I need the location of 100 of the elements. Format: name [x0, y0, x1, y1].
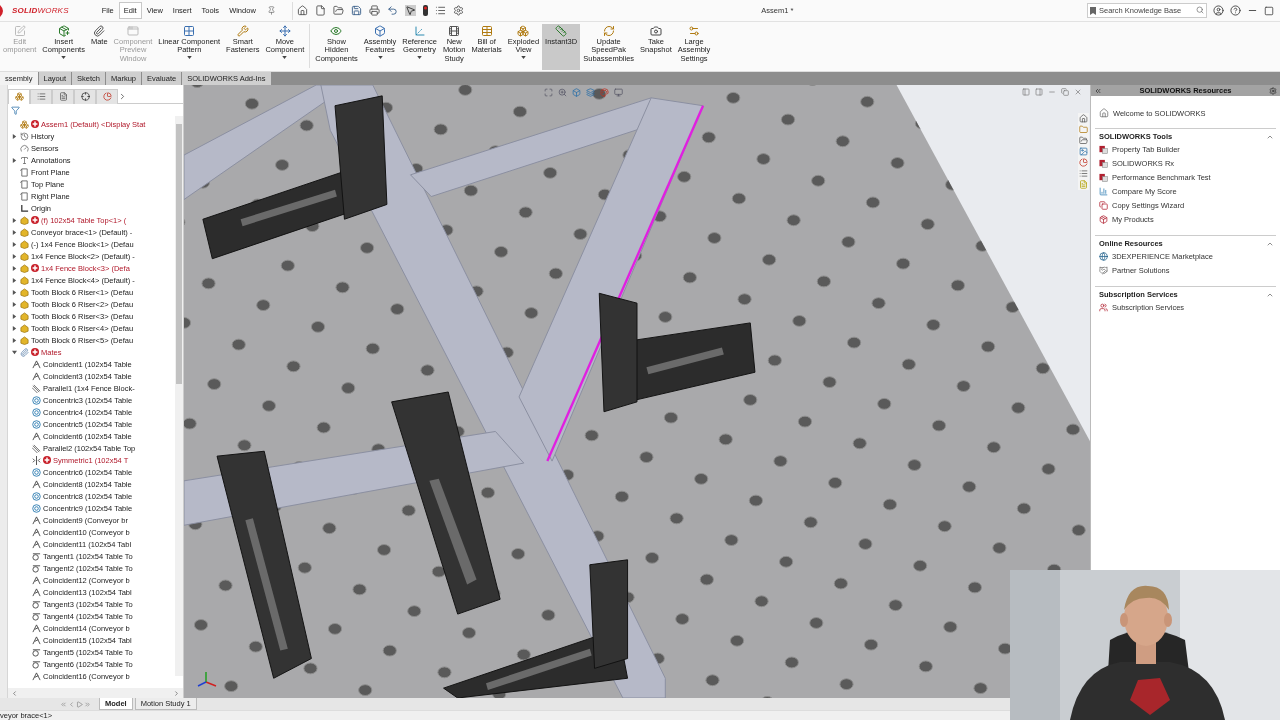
panel-tab[interactable]	[30, 88, 52, 104]
open-folder-icon[interactable]	[332, 5, 344, 16]
expand-arrow-icon[interactable]	[12, 289, 17, 295]
tangent-icon	[32, 551, 41, 561]
error-icon	[31, 348, 39, 356]
caret-icon[interactable]	[520, 55, 526, 59]
eye-icon	[330, 25, 343, 37]
package-plus-icon	[57, 25, 70, 37]
collapse-icon[interactable]	[1094, 86, 1102, 95]
expand-arrow-icon[interactable]	[12, 253, 17, 259]
panel-tab[interactable]	[74, 88, 96, 104]
toolbox-icon	[1099, 173, 1108, 182]
settings-icon	[688, 25, 701, 37]
home-icon[interactable]	[1079, 114, 1088, 123]
settings-icon[interactable]	[1269, 86, 1277, 95]
edit-icon	[13, 25, 26, 37]
help-icon[interactable]	[1230, 5, 1241, 16]
app-logo: SOLIDWORKS	[12, 6, 69, 15]
expand-arrow-icon[interactable]	[12, 313, 17, 319]
expand-arrow-icon[interactable]	[12, 265, 17, 271]
folder-icon[interactable]	[1079, 125, 1088, 134]
settings-icon[interactable]	[452, 5, 464, 16]
crosshair-icon	[80, 92, 90, 101]
caret-icon[interactable]	[186, 55, 192, 59]
concentric-circles-icon	[32, 467, 41, 477]
expand-arrow-icon[interactable]	[12, 217, 17, 223]
search-icon[interactable]	[1196, 6, 1204, 14]
expand-arrow-icon[interactable]	[12, 337, 17, 343]
error-icon	[43, 456, 51, 464]
caret-icon[interactable]	[417, 55, 423, 59]
chevron-right-icon[interactable]	[118, 91, 127, 101]
cube-view-icon[interactable]	[572, 88, 581, 97]
tangent-icon	[32, 563, 41, 573]
image-icon[interactable]	[1079, 147, 1088, 156]
expand-arrow-icon[interactable]	[12, 133, 17, 139]
print-icon[interactable]	[368, 5, 380, 16]
angle-icon	[32, 431, 41, 441]
annotation-icon	[20, 155, 29, 165]
angle-icon	[32, 587, 41, 597]
caret-icon[interactable]	[377, 55, 383, 59]
zoom-icon[interactable]	[558, 88, 567, 97]
open-folder-icon[interactable]	[1079, 136, 1088, 145]
new-file-icon[interactable]	[314, 5, 326, 16]
angle-icon	[32, 623, 41, 633]
error-icon	[31, 264, 39, 272]
display-pie-icon[interactable]	[1079, 158, 1088, 167]
caret-icon[interactable]	[282, 55, 288, 59]
feature-tree-icon	[14, 92, 24, 101]
list-icon[interactable]	[434, 5, 446, 16]
caret-icon[interactable]	[61, 55, 67, 59]
user-icon[interactable]	[1213, 5, 1224, 16]
wrench-icon	[236, 25, 249, 37]
traffic-light-icon[interactable]	[422, 5, 428, 16]
list-icon[interactable]	[1079, 169, 1088, 178]
maximize-icon[interactable]	[1264, 5, 1274, 16]
undo-icon[interactable]	[386, 5, 398, 16]
tile-right-icon[interactable]	[1035, 88, 1043, 96]
tangent-icon	[32, 647, 41, 657]
people-icon	[1099, 303, 1108, 312]
logo-icon	[0, 4, 6, 17]
save-icon[interactable]	[350, 5, 362, 16]
list-icon	[36, 92, 46, 101]
pin-icon[interactable]	[266, 6, 276, 15]
home-icon	[1099, 108, 1109, 118]
display-style-icon[interactable]	[586, 88, 595, 97]
expand-arrow-icon[interactable]	[12, 241, 17, 247]
monitor-icon[interactable]	[614, 88, 623, 97]
panel-tab[interactable]	[96, 88, 118, 104]
filter-icon[interactable]	[11, 105, 20, 115]
angle-icon	[32, 527, 41, 537]
package-icon	[1099, 215, 1108, 224]
ruler-icon	[555, 25, 568, 37]
expand-arrow-icon[interactable]	[12, 157, 17, 163]
pointer-icon[interactable]	[404, 5, 416, 16]
parallel-lines-icon	[32, 443, 41, 453]
home-icon[interactable]	[296, 5, 308, 16]
refresh-icon	[602, 25, 615, 37]
expand-arrow-icon[interactable]	[12, 301, 17, 307]
scroll-right-icon[interactable]	[173, 689, 180, 697]
close-icon[interactable]	[1074, 88, 1082, 96]
expand-arrow-icon[interactable]	[12, 277, 17, 283]
panel-tab[interactable]	[52, 88, 74, 104]
display-pie-icon	[102, 92, 112, 101]
assembly-icon	[20, 119, 29, 129]
tile-left-icon[interactable]	[1022, 88, 1030, 96]
plane-icon	[20, 191, 29, 201]
scroll-left-icon[interactable]	[11, 689, 18, 697]
angle-icon	[32, 575, 41, 585]
panel-tab[interactable]	[8, 88, 30, 104]
appearance-icon[interactable]	[600, 88, 609, 97]
globe-icon	[1099, 252, 1108, 261]
copy-icon	[1099, 201, 1108, 210]
expand-arrow-icon[interactable]	[12, 349, 17, 355]
expand-arrow-icon[interactable]	[12, 229, 17, 235]
parallel-lines-icon	[32, 383, 41, 393]
boxes-icon	[517, 25, 530, 37]
angle-icon	[32, 671, 41, 681]
expand-arrow-icon[interactable]	[12, 325, 17, 331]
axes-icon	[413, 25, 426, 37]
toolbox-icon	[1099, 145, 1108, 154]
